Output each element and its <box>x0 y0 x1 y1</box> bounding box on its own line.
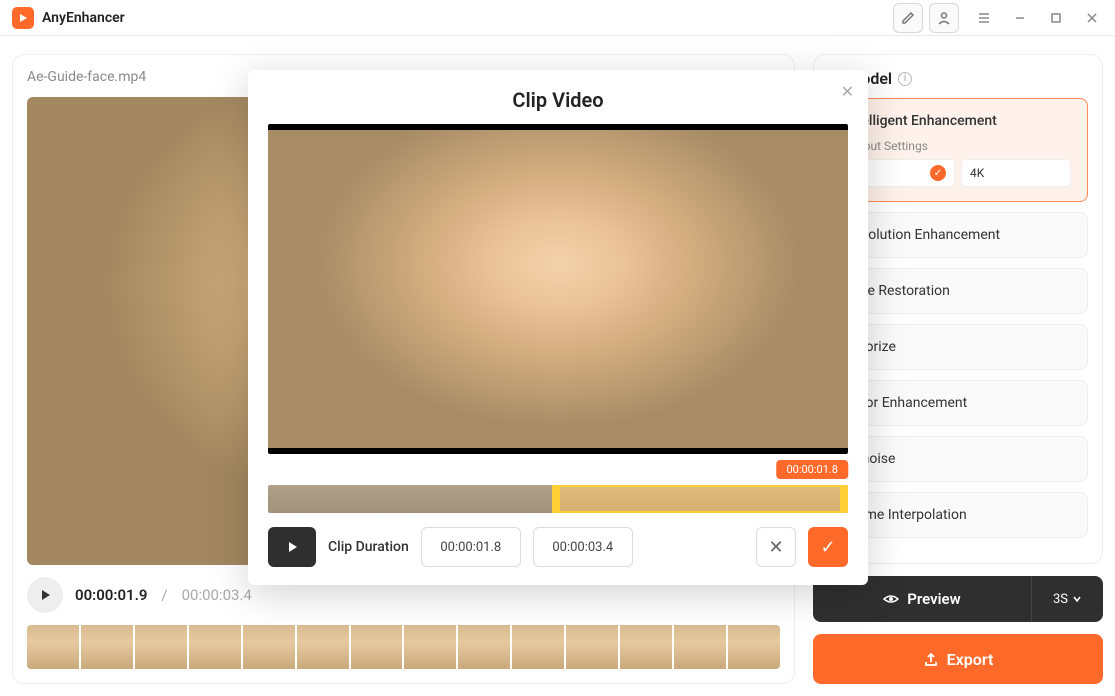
check-icon: ✓ <box>930 165 946 181</box>
user-icon[interactable] <box>929 3 959 33</box>
video-preview[interactable] <box>27 97 780 565</box>
model-item-resolution-enhancement[interactable]: Resolution Enhancement <box>828 212 1088 258</box>
preview-row: Preview 3S <box>813 576 1103 622</box>
playbar: 00:00:01.9 / 00:00:03.4 <box>27 577 780 613</box>
preview-button[interactable]: Preview <box>813 576 1031 622</box>
total-time: 00:00:03.4 <box>182 586 252 604</box>
ai-model-heading: AI Model i <box>828 69 1088 88</box>
eye-icon <box>883 591 899 607</box>
output-first-box[interactable]: ✓ <box>845 159 955 187</box>
ai-model-section: AI Model i Intelligent Enhancement Outpu… <box>813 54 1103 564</box>
video-panel: Ae-Guide-face.mp4 00:00:01.9 / 00:00:03.… <box>12 54 795 684</box>
model-item-frame-interpolation[interactable]: Frame Interpolation <box>828 492 1088 538</box>
export-button[interactable]: Export <box>813 634 1103 684</box>
model-item-face-restoration[interactable]: Face Restoration <box>828 268 1088 314</box>
app-name: AnyEnhancer <box>42 10 125 26</box>
settings-panel: AI Model i Intelligent Enhancement Outpu… <box>813 54 1103 684</box>
export-icon <box>923 651 939 667</box>
play-button[interactable] <box>27 577 63 613</box>
close-icon[interactable] <box>1081 7 1103 29</box>
current-time: 00:00:01.9 <box>75 586 147 604</box>
edit-icon[interactable] <box>893 3 923 33</box>
model-item-intelligent-enhancement[interactable]: Intelligent Enhancement Output Settings … <box>828 98 1088 202</box>
model-item-color-enhancement[interactable]: Color Enhancement <box>828 380 1088 426</box>
preview-duration-select[interactable]: 3S <box>1031 576 1103 622</box>
maximize-icon[interactable] <box>1045 7 1067 29</box>
minimize-icon[interactable] <box>1009 7 1031 29</box>
output-settings-label: Output Settings <box>845 139 1071 153</box>
model-item-colorize[interactable]: Colorize <box>828 324 1088 370</box>
app-logo <box>12 7 34 29</box>
timeline-thumbnails[interactable] <box>27 625 780 669</box>
menu-icon[interactable] <box>973 7 995 29</box>
output-resolution-select[interactable]: 4K <box>961 159 1071 187</box>
titlebar: AnyEnhancer <box>0 0 1115 36</box>
filename: Ae-Guide-face.mp4 <box>27 69 780 85</box>
model-item-denoise[interactable]: Denoise <box>828 436 1088 482</box>
info-icon[interactable]: i <box>898 72 912 86</box>
main: Ae-Guide-face.mp4 00:00:01.9 / 00:00:03.… <box>0 36 1115 696</box>
chevron-down-icon <box>1072 594 1082 604</box>
